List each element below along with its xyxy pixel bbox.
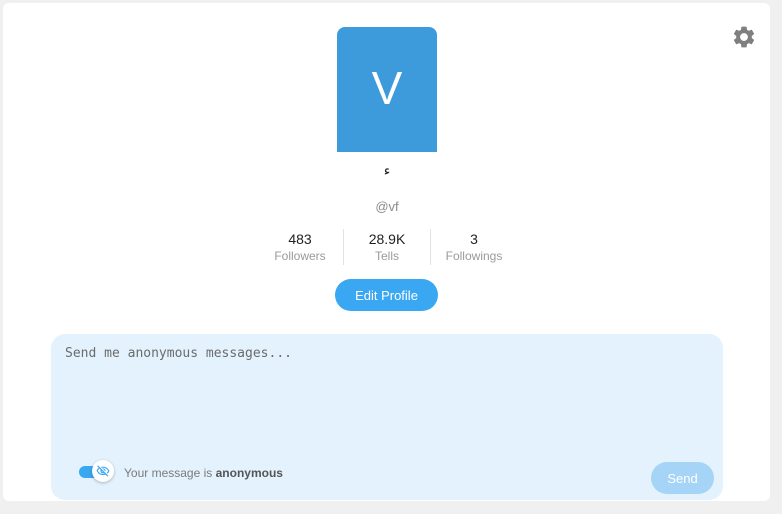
display-name: ء bbox=[383, 162, 391, 178]
profile-stats: 483 Followers 28.9K Tells 3 Followings bbox=[257, 229, 517, 265]
stat-value: 28.9K bbox=[368, 230, 406, 247]
stat-followers[interactable]: 483 Followers bbox=[257, 229, 343, 265]
stat-value: 3 bbox=[470, 230, 478, 247]
toggle-knob bbox=[92, 460, 114, 482]
stat-label: Followings bbox=[445, 248, 503, 263]
avatar[interactable]: V bbox=[337, 27, 437, 152]
edit-profile-button[interactable]: Edit Profile bbox=[335, 279, 438, 311]
stat-tells[interactable]: 28.9K Tells bbox=[343, 229, 430, 265]
anonymous-toggle[interactable] bbox=[79, 460, 114, 482]
anonymous-notice-emphasis: anonymous bbox=[215, 466, 283, 480]
profile-card: V ء @vf 483 Followers 28.9K Tells 3 Foll… bbox=[3, 3, 770, 501]
stat-followings[interactable]: 3 Followings bbox=[430, 229, 517, 265]
eye-slash-icon bbox=[96, 465, 110, 477]
settings-button[interactable] bbox=[731, 24, 757, 50]
gear-icon bbox=[733, 26, 755, 48]
anonymous-notice: Your message is anonymous bbox=[124, 466, 283, 480]
avatar-letter: V bbox=[371, 61, 403, 114]
stat-value: 483 bbox=[288, 230, 312, 247]
stat-label: Followers bbox=[274, 248, 326, 263]
stat-label: Tells bbox=[374, 248, 399, 263]
send-button[interactable]: Send bbox=[651, 462, 714, 494]
message-composer: Your message is anonymous Send bbox=[51, 334, 723, 500]
anonymous-notice-prefix: Your message is bbox=[124, 466, 216, 480]
username-handle: @vf bbox=[375, 199, 399, 214]
message-input[interactable] bbox=[65, 346, 705, 446]
